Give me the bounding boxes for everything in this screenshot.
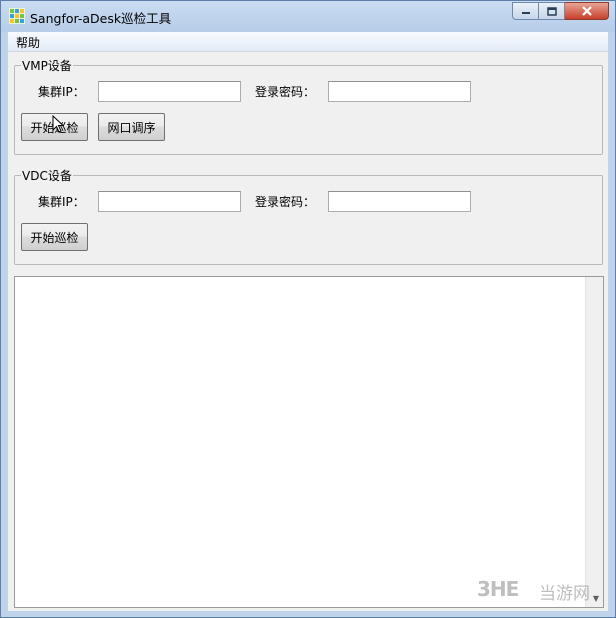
minimize-button[interactable] [512, 2, 539, 20]
watermark: 3HE 当游网 [477, 577, 605, 604]
app-window: Sangfor-aDesk巡检工具 帮助 VMP设备 集群IP： 登录密码： 开… [0, 0, 616, 618]
vmp-port-order-button[interactable]: 网口调序 [98, 113, 165, 141]
vdc-cluster-ip-label: 集群IP： [38, 195, 85, 209]
maximize-button[interactable] [539, 2, 565, 20]
menu-bar: 帮助 [8, 32, 608, 52]
menu-help[interactable]: 帮助 [16, 34, 40, 51]
vmp-group-title: VMP设备 [21, 57, 73, 74]
vmp-password-input[interactable] [328, 81, 471, 102]
vdc-cluster-ip-input[interactable] [98, 191, 241, 212]
vmp-password-label: 登录密码： [255, 85, 316, 99]
window-title: Sangfor-aDesk巡检工具 [30, 11, 172, 26]
client-area: 帮助 VMP设备 集群IP： 登录密码： 开始巡检 网口调序 VDC设备 集群I… [8, 32, 608, 611]
title-bar[interactable]: Sangfor-aDesk巡检工具 [1, 1, 615, 32]
window-controls [512, 2, 609, 22]
app-icon [9, 8, 25, 24]
vdc-password-input[interactable] [328, 191, 471, 212]
vdc-device-group: VDC设备 集群IP： 登录密码： 开始巡检 [14, 167, 603, 265]
vertical-scrollbar[interactable]: ▼ [585, 277, 603, 607]
output-log-area[interactable]: ▼ [14, 276, 604, 608]
vmp-device-group: VMP设备 集群IP： 登录密码： 开始巡检 网口调序 [14, 57, 603, 155]
watermark-logo: 3HE [477, 577, 519, 601]
vmp-cluster-ip-input[interactable] [98, 81, 241, 102]
vdc-start-inspection-button[interactable]: 开始巡检 [21, 223, 88, 251]
vdc-password-label: 登录密码： [255, 195, 316, 209]
vmp-cluster-ip-label: 集群IP： [38, 85, 85, 99]
watermark-text: 当游网 [539, 584, 590, 604]
mouse-cursor-icon [52, 115, 64, 133]
minimize-icon [521, 12, 530, 14]
vdc-group-title: VDC设备 [21, 167, 73, 184]
close-icon [581, 6, 592, 16]
maximize-icon [546, 6, 557, 16]
close-button[interactable] [565, 2, 609, 20]
